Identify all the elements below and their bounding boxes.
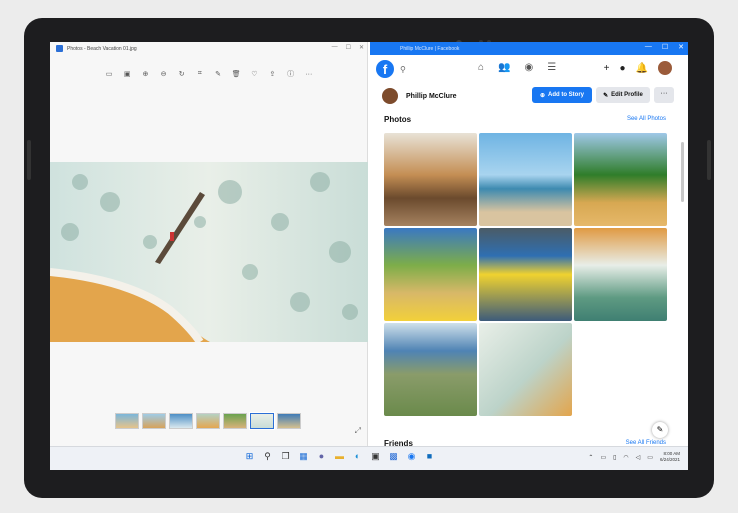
facebook-logo[interactable]: f [376, 60, 394, 78]
more-icon[interactable]: ··· [303, 71, 315, 78]
plus-icon: ⊕ [539, 92, 546, 99]
grid-photo[interactable] [479, 133, 572, 226]
slideshow-icon[interactable]: ▣ [121, 70, 133, 78]
menu-icon[interactable]: ☰ [547, 62, 556, 73]
grid-photo[interactable] [384, 228, 477, 321]
favorite-icon[interactable]: ♡ [248, 70, 260, 78]
photos-toolbar: ▭ ▣ ⊕ ⊖ ↻ ⌗ ✎ 🗑 ♡ ⇪ ⓘ ··· [100, 66, 318, 82]
close-button[interactable]: ✕ [678, 43, 684, 51]
chat-icon[interactable]: ● [316, 451, 327, 462]
photos-header: Photos [384, 115, 412, 124]
info-icon[interactable]: ⓘ [285, 69, 297, 79]
edit-icon[interactable]: ✎ [212, 70, 224, 78]
windows-icon[interactable]: ⊞ [244, 451, 255, 462]
facebook-navbar: f ⚲ ⌂ 👥 ◉ ☰ + ● 🔔 [370, 55, 688, 83]
grid-photo[interactable] [384, 133, 477, 226]
facebook-window: Phillip McClure | Facebook — ☐ ✕ f ⚲ ⌂ 👥… [370, 42, 688, 448]
more-button[interactable]: ··· [654, 87, 674, 103]
maximize-button[interactable]: ☐ [662, 43, 668, 51]
photos-titlebar: Photos - Beach Vacation 01.jpg — ☐ ✕ [50, 42, 368, 55]
image-icon[interactable]: ▭ [103, 70, 115, 78]
thumbnail[interactable] [196, 413, 220, 429]
widgets-icon[interactable]: ▦ [298, 451, 309, 462]
grid-photo[interactable] [574, 133, 667, 226]
clock[interactable]: 8:00 AM 6/24/2021 [660, 451, 680, 463]
clock-date: 6/24/2021 [659, 457, 680, 462]
compose-message-icon[interactable]: ✎ [652, 422, 668, 438]
profile-name[interactable]: Phillip McClure [406, 93, 457, 100]
network-icon[interactable]: ▯ [613, 454, 616, 461]
edge-icon[interactable]: ◐ [352, 451, 363, 462]
photos-window: Photos - Beach Vacation 01.jpg — ☐ ✕ ▭ ▣… [50, 42, 368, 446]
search-icon[interactable]: ⚲ [262, 451, 273, 462]
zoom-in-icon[interactable]: ⊕ [139, 70, 151, 78]
frame-edge-right [707, 140, 711, 180]
screen: Photos - Beach Vacation 01.jpg — ☐ ✕ ▭ ▣… [50, 42, 688, 470]
account-avatar[interactable] [658, 61, 672, 75]
avatar[interactable] [382, 88, 398, 104]
file-explorer-icon[interactable]: ▬ [334, 451, 345, 462]
grid-photo[interactable] [479, 323, 572, 416]
photos-window-title: Photos - Beach Vacation 01.jpg [67, 45, 137, 52]
see-all-photos-link[interactable]: See All Photos [627, 116, 666, 122]
facebook-icon[interactable]: ◉ [406, 451, 417, 462]
thumbnail[interactable] [223, 413, 247, 429]
battery-icon[interactable]: ▭ [647, 454, 653, 461]
store-icon[interactable]: ▣ [370, 451, 381, 462]
taskbar: ⊞ ⚲ ❐ ▦ ● ▬ ◐ ▣ ▩ ◉ ■ ⌃ ▭ ▯ ◠ ◁ ▭ 8:00 A… [50, 446, 688, 470]
photos-app-icon [56, 45, 63, 52]
volume-icon[interactable]: ◁ [636, 454, 641, 461]
crop-icon[interactable]: ⌗ [194, 70, 206, 78]
fullscreen-icon[interactable]: ⤢ [355, 426, 361, 436]
edit-profile-button[interactable]: ✎ Edit Profile [596, 87, 650, 103]
rotate-icon[interactable]: ↻ [176, 70, 188, 78]
outlook-icon[interactable]: ■ [424, 451, 435, 462]
home-icon[interactable]: ⌂ [478, 62, 484, 73]
thumbnail[interactable] [115, 413, 139, 429]
share-icon[interactable]: ⇪ [266, 70, 278, 78]
scrollbar[interactable] [681, 142, 684, 202]
frame-edge-left [27, 140, 31, 180]
messenger-icon[interactable]: ● [620, 63, 626, 74]
thumbnail[interactable] [169, 413, 193, 429]
grid-photo[interactable] [384, 323, 477, 416]
facebook-titlebar: Phillip McClure | Facebook — ☐ ✕ [370, 42, 688, 55]
grid-empty [574, 323, 667, 416]
groups-icon[interactable]: ◉ [525, 62, 534, 73]
display-icon[interactable]: ▭ [600, 454, 606, 461]
chevron-up-icon[interactable]: ⌃ [588, 454, 593, 461]
profile-header: Phillip McClure ⊕ Add to Story ✎ Edit Pr… [382, 87, 678, 105]
wifi-icon[interactable]: ◠ [623, 454, 628, 461]
task-view-icon[interactable]: ❐ [280, 451, 291, 462]
photos-icon[interactable]: ▩ [388, 451, 399, 462]
photo-grid [384, 133, 668, 417]
grid-photo[interactable] [574, 228, 667, 321]
add-to-story-button[interactable]: ⊕ Add to Story [532, 87, 592, 103]
delete-icon[interactable]: 🗑 [230, 70, 242, 78]
maximize-button[interactable]: ☐ [346, 44, 351, 51]
create-icon[interactable]: + [604, 63, 610, 74]
main-photo [50, 162, 368, 342]
pencil-icon: ✎ [603, 92, 609, 99]
zoom-out-icon[interactable]: ⊖ [158, 70, 170, 78]
minimize-button[interactable]: — [332, 44, 338, 51]
minimize-button[interactable]: — [645, 43, 652, 51]
system-tray: ⌃ ▭ ▯ ◠ ◁ ▭ 8:00 AM 6/24/2021 [588, 451, 680, 463]
notifications-icon[interactable]: 🔔 [636, 63, 648, 74]
search-icon[interactable]: ⚲ [400, 65, 406, 74]
thumbnail[interactable] [142, 413, 166, 429]
thumbnail[interactable] [277, 413, 301, 429]
thumbnail-selected[interactable] [249, 412, 275, 430]
facebook-window-title: Phillip McClure | Facebook [400, 45, 460, 52]
close-button[interactable]: ✕ [359, 44, 364, 51]
grid-photo[interactable] [479, 228, 572, 321]
add-to-story-label: Add to Story [548, 92, 585, 98]
friends-icon[interactable]: 👥 [498, 62, 510, 73]
edit-profile-label: Edit Profile [611, 92, 643, 98]
filmstrip [115, 412, 301, 430]
